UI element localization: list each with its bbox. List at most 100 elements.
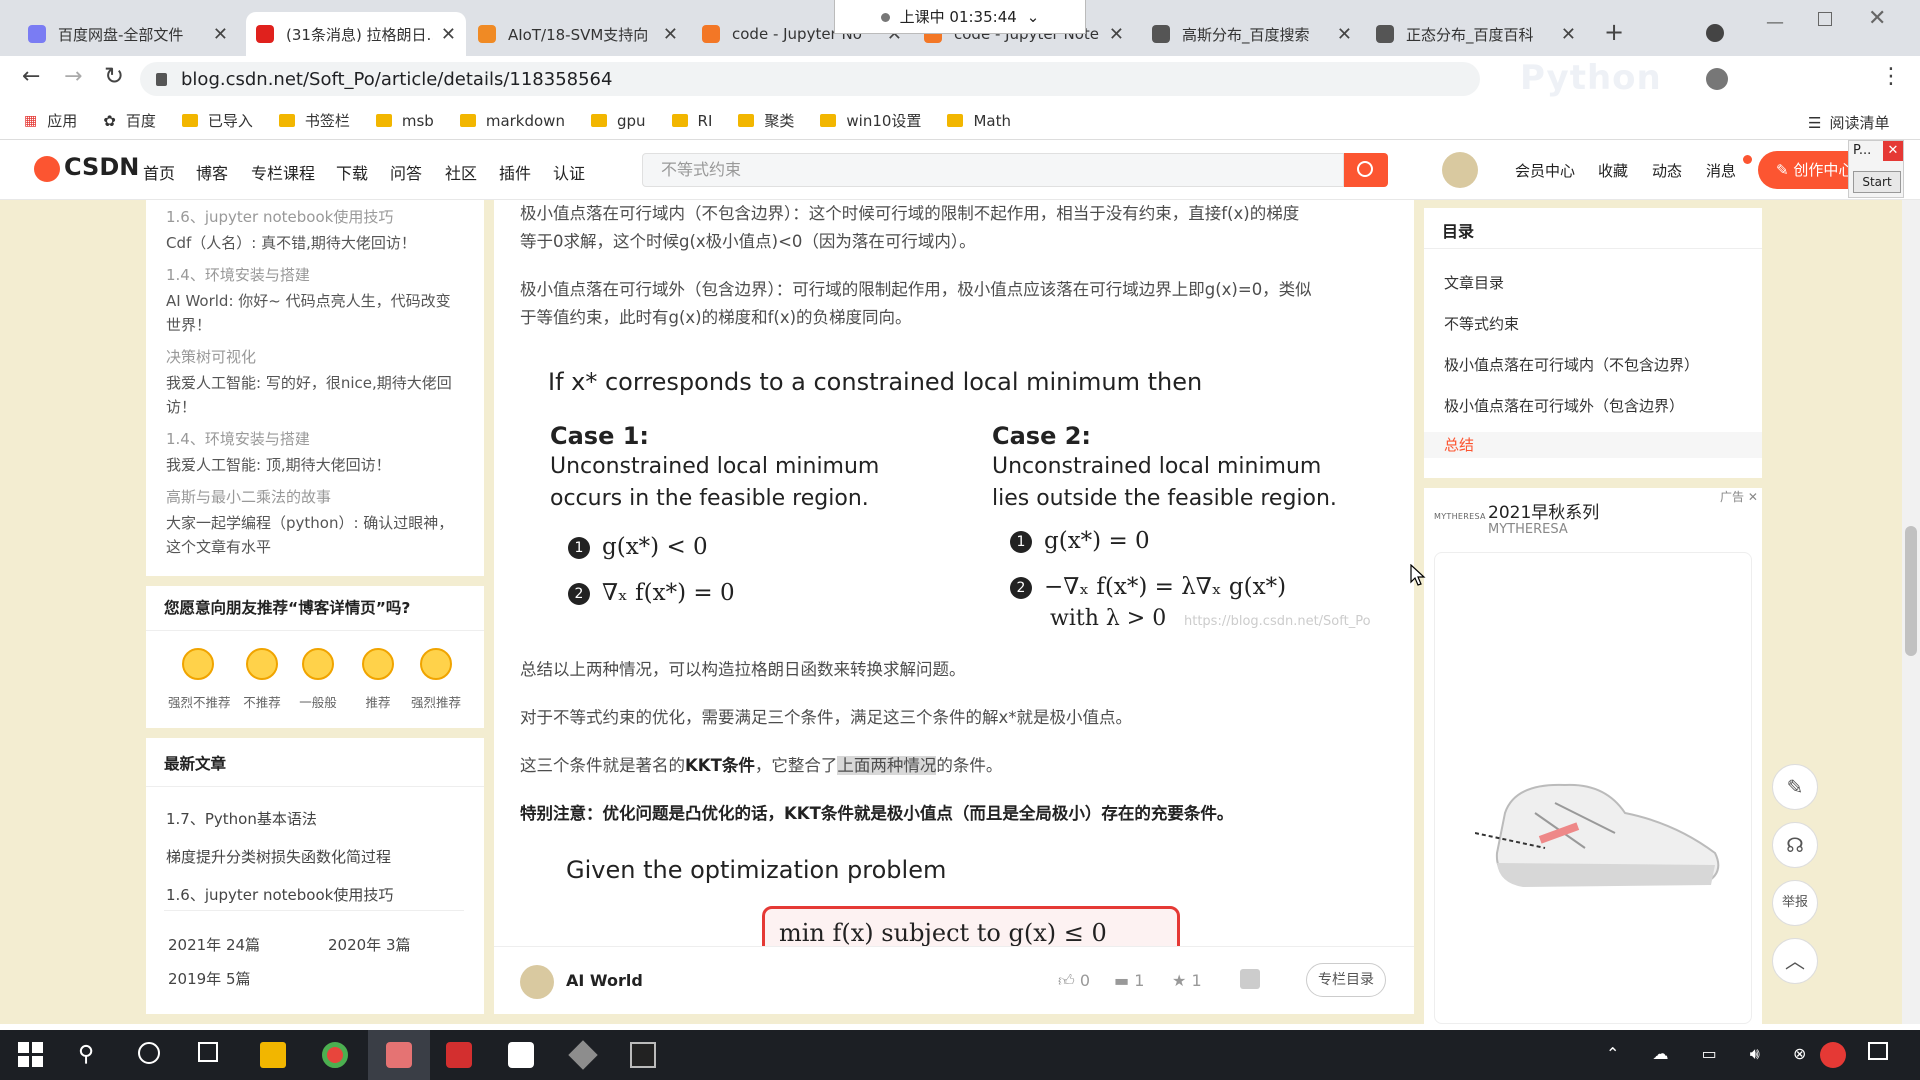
- toc-item[interactable]: 文章目录: [1444, 272, 1504, 293]
- start-button[interactable]: Start: [1853, 171, 1901, 193]
- user-avatar[interactable]: [1442, 152, 1478, 188]
- comment-article-link[interactable]: 高斯与最小二乘法的故事: [166, 486, 331, 508]
- header-link-0[interactable]: 会员中心: [1515, 160, 1575, 181]
- nav-0[interactable]: 首页: [143, 160, 175, 184]
- reload-icon[interactable]: ↻: [104, 62, 124, 90]
- bookmark-5[interactable]: markdown: [459, 112, 565, 130]
- like-button[interactable]: 👍︎ 0: [1058, 971, 1090, 991]
- bookmark-0[interactable]: ▦ 应用: [24, 110, 77, 131]
- latest-article-link[interactable]: 梯度提升分类树损失函数化简过程: [166, 846, 391, 868]
- favorite-button[interactable]: ★ 1: [1172, 971, 1202, 990]
- header-link-2[interactable]: 动态: [1652, 160, 1682, 181]
- column-toc-button[interactable]: 专栏目录: [1306, 963, 1386, 997]
- tab-close-icon[interactable]: ✕: [441, 24, 456, 45]
- rating-emoji-icon[interactable]: [246, 648, 278, 680]
- nav-4[interactable]: 问答: [390, 160, 422, 184]
- tab-6[interactable]: 正态分布_百度百科 ✕: [1366, 12, 1586, 56]
- reading-list[interactable]: ☰ 阅读清单: [1808, 112, 1889, 133]
- csdn-logo-icon[interactable]: [34, 156, 60, 182]
- bookmark-4[interactable]: msb: [375, 112, 434, 130]
- notification-icon[interactable]: [1868, 1042, 1888, 1060]
- minimize-icon[interactable]: —: [1766, 12, 1784, 33]
- rating-emoji-icon[interactable]: [362, 648, 394, 680]
- comment-article-link[interactable]: 1.4、环境安装与搭建: [166, 264, 310, 286]
- comment-article-link[interactable]: 1.6、jupyter notebook使用技巧: [166, 206, 393, 228]
- tab-close-icon[interactable]: ✕: [1337, 24, 1352, 45]
- nav-3[interactable]: 下载: [336, 160, 368, 184]
- tab-close-icon[interactable]: ✕: [213, 24, 228, 45]
- app-cube-icon[interactable]: [568, 1040, 598, 1070]
- mini-popup[interactable]: P... ✕ Start: [1848, 140, 1904, 198]
- tab-close-icon[interactable]: ✕: [1561, 24, 1576, 45]
- tab-1[interactable]: (31条消息) 拉格朗日... ✕: [246, 12, 466, 56]
- search-input[interactable]: 不等式约束: [642, 153, 1344, 187]
- rating-emoji-icon[interactable]: [420, 648, 452, 680]
- latest-article-link[interactable]: 1.6、jupyter notebook使用技巧: [166, 884, 393, 906]
- toc-item[interactable]: 极小值点落在可行域内（不包含边界）: [1444, 354, 1699, 375]
- system-tray-icons[interactable]: ⌃ ☁ ▭ 🔊︎ ⊗: [1606, 1044, 1820, 1064]
- class-timer[interactable]: 上课中 01:35:44 ⌄: [834, 0, 1086, 34]
- comment-article-link[interactable]: 决策树可视化: [166, 346, 256, 368]
- bookmark-1[interactable]: ✿ 百度: [103, 110, 156, 131]
- bookmark-6[interactable]: gpu: [590, 112, 646, 130]
- bookmark-2[interactable]: 已导入: [181, 110, 253, 131]
- back-to-top-icon[interactable]: ︿: [1772, 938, 1818, 984]
- latest-article-link[interactable]: 1.7、Python基本语法: [166, 808, 317, 830]
- sogou-ime-icon[interactable]: [1820, 1042, 1846, 1068]
- toc-item[interactable]: 极小值点落在可行域外（包含边界）: [1444, 395, 1684, 416]
- windows-start-icon[interactable]: [18, 1042, 44, 1068]
- terminal-icon[interactable]: [630, 1042, 656, 1068]
- file-explorer-icon[interactable]: [260, 1042, 286, 1068]
- tab-close-icon[interactable]: ✕: [1109, 24, 1124, 45]
- taskbar-search-icon[interactable]: ⚲: [78, 1042, 104, 1068]
- cortana-icon[interactable]: [138, 1042, 160, 1064]
- wps-icon[interactable]: [446, 1042, 472, 1068]
- author-name[interactable]: AI World: [566, 971, 643, 990]
- scrollbar-thumb[interactable]: [1905, 526, 1917, 656]
- toc-item[interactable]: 总结: [1424, 432, 1762, 458]
- tab-2[interactable]: AIoT/18-SVM支持向 ✕: [468, 12, 688, 56]
- bookmark-9[interactable]: win10设置: [820, 110, 921, 131]
- search-button[interactable]: [1344, 153, 1388, 187]
- close-icon[interactable]: ✕: [1883, 141, 1903, 161]
- csdn-logo-text[interactable]: CSDN: [64, 153, 139, 181]
- close-window-icon[interactable]: ✕: [1868, 6, 1886, 31]
- back-icon[interactable]: ←: [22, 64, 40, 89]
- menu-icon[interactable]: ⋮: [1880, 64, 1902, 89]
- edit-icon[interactable]: ✎: [1772, 764, 1818, 810]
- paint-app-icon[interactable]: [386, 1042, 412, 1068]
- author-avatar[interactable]: [520, 965, 554, 999]
- report-button[interactable]: 举报: [1772, 880, 1818, 926]
- tab-search-icon[interactable]: [1706, 24, 1724, 42]
- close-ad-icon[interactable]: ✕: [1748, 490, 1758, 504]
- profile-avatar[interactable]: [1706, 68, 1728, 90]
- share-icon[interactable]: [1240, 969, 1260, 989]
- comment-button[interactable]: ▬ 1: [1114, 971, 1144, 990]
- nav-2[interactable]: 专栏课程: [251, 160, 315, 184]
- bookmark-8[interactable]: 聚类: [738, 110, 794, 131]
- nav-5[interactable]: 社区: [445, 160, 477, 184]
- bookmark-3[interactable]: 书签栏: [278, 110, 350, 131]
- ad-tag[interactable]: 广告 ✕: [1720, 488, 1758, 505]
- comment-article-link[interactable]: 1.4、环境安装与搭建: [166, 428, 310, 450]
- typora-icon[interactable]: [508, 1042, 534, 1068]
- ad-image[interactable]: [1434, 552, 1752, 1024]
- new-tab-button[interactable]: +: [1604, 18, 1624, 46]
- url-bar[interactable]: blog.csdn.net/Soft_Po/article/details/11…: [140, 62, 1480, 96]
- forward-icon[interactable]: →: [64, 64, 82, 89]
- bookmark-10[interactable]: Math: [947, 112, 1011, 130]
- header-link-3[interactable]: 消息: [1706, 160, 1736, 181]
- tab-5[interactable]: 高斯分布_百度搜索 ✕: [1142, 12, 1362, 56]
- page-scrollbar[interactable]: [1902, 200, 1920, 1024]
- archive-link[interactable]: 2020年 3篇: [328, 934, 411, 956]
- bookmark-7[interactable]: RI: [671, 112, 712, 130]
- header-link-1[interactable]: 收藏: [1598, 160, 1628, 181]
- nav-7[interactable]: 认证: [553, 160, 585, 184]
- archive-link[interactable]: 2019年 5篇: [168, 968, 251, 990]
- maximize-icon[interactable]: [1818, 12, 1832, 26]
- ad-title[interactable]: 2021早秋系列: [1488, 498, 1599, 523]
- rating-emoji-icon[interactable]: [182, 648, 214, 680]
- chrome-icon[interactable]: [322, 1042, 348, 1068]
- nav-6[interactable]: 插件: [499, 160, 531, 184]
- headset-icon[interactable]: ☊: [1772, 822, 1818, 868]
